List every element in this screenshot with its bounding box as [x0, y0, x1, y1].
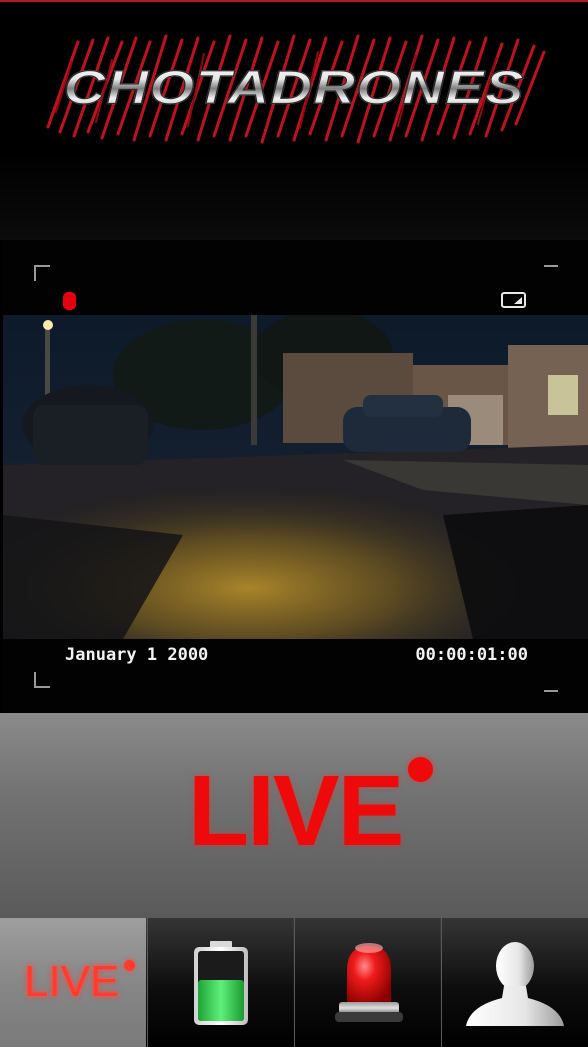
bottom-tab-bar: LIVE [0, 918, 588, 1047]
live-status-label: LIVE [188, 755, 404, 867]
tab-live[interactable]: LIVE [0, 918, 146, 1047]
live-indicator-dot-icon [408, 757, 433, 782]
recording-date: January 1 2000 [65, 645, 209, 665]
viewfinder-corner-top-right [544, 265, 558, 281]
viewfinder-corner-top-left [34, 265, 50, 281]
app-logo: CHOTADRONES [38, 32, 550, 144]
battery-icon [194, 941, 248, 1025]
live-status-panel: LIVE [0, 713, 588, 918]
logo-text: CHOTADRONES [38, 60, 550, 115]
recording-timecode: 00:00:01:00 [415, 645, 528, 665]
user-icon [466, 942, 564, 1026]
camera-viewfinder: January 1 2000 00:00:01:00 [3, 240, 588, 713]
video-frame-scene [3, 315, 588, 639]
live-video-feed[interactable] [3, 315, 588, 639]
tab-alarm[interactable] [294, 918, 440, 1047]
live-dot-icon [124, 960, 135, 971]
viewfinder-corner-bottom-right [544, 676, 558, 692]
tab-profile[interactable] [441, 918, 588, 1047]
viewfinder-corner-bottom-left [34, 672, 50, 688]
camera-battery-icon [501, 292, 526, 308]
tab-battery[interactable] [147, 918, 293, 1047]
app-header: CHOTADRONES [0, 2, 588, 240]
tab-live-label: LIVE [24, 957, 120, 1006]
recording-indicator-icon [63, 292, 76, 310]
siren-icon [335, 943, 403, 1022]
